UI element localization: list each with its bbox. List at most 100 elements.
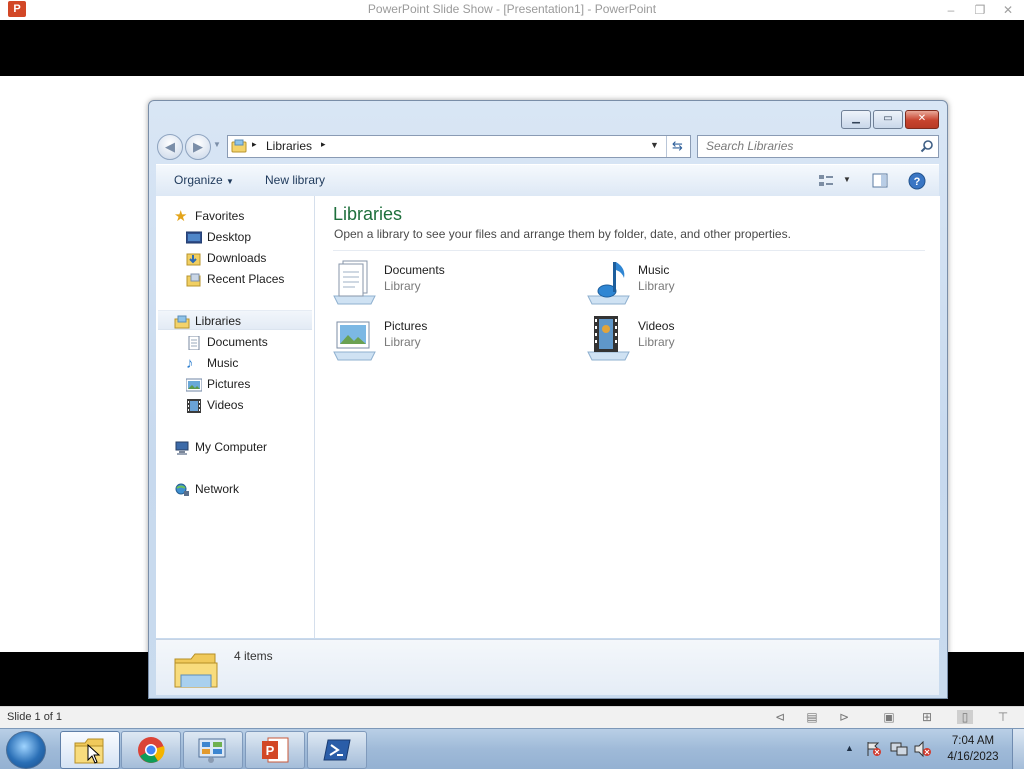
nav-downloads[interactable]: Downloads xyxy=(186,248,266,268)
restore-button[interactable]: ❐ xyxy=(967,0,993,20)
address-divider xyxy=(666,136,667,157)
organize-button[interactable]: Organize ▼ xyxy=(174,173,234,187)
slide-letterbox-top xyxy=(0,20,1024,76)
libraries-icon xyxy=(174,315,190,329)
normal-view-icon[interactable]: ▣ xyxy=(881,710,897,724)
system-clock[interactable]: 7:04 AM 4/16/2023 xyxy=(938,733,1008,765)
preview-pane-icon[interactable] xyxy=(872,173,888,189)
organize-dropdown-icon: ▼ xyxy=(226,177,234,186)
music-icon: ♪ xyxy=(186,354,194,372)
nav-music[interactable]: ♪ Music xyxy=(186,353,238,373)
powerpoint-icon: P xyxy=(262,737,289,763)
videos-library-icon xyxy=(587,316,630,361)
taskbar-chrome-button[interactable] xyxy=(121,731,181,769)
slide-counter: Slide 1 of 1 xyxy=(7,711,63,723)
explorer-minimize-button[interactable]: ▁ xyxy=(841,110,871,129)
svg-text:?: ? xyxy=(914,176,921,188)
documents-icon xyxy=(188,335,200,350)
view-options-dropdown-icon[interactable]: ▼ xyxy=(843,175,851,184)
documents-library-icon xyxy=(333,260,376,305)
slide-sorter-icon[interactable]: ⊞ xyxy=(919,710,935,724)
volume-muted-icon[interactable] xyxy=(914,741,932,757)
network-icon xyxy=(175,483,189,496)
item-count: 4 items xyxy=(234,649,273,663)
refresh-icon[interactable]: ⇆ xyxy=(672,138,683,154)
libraries-folder-icon xyxy=(231,139,247,153)
next-slide-icon[interactable]: ⊳ xyxy=(836,710,852,724)
pictures-icon xyxy=(186,378,202,392)
navigation-row: ◀ ▶ ▼ ▸ Libraries ▸ ▼ ⇆ Search Libraries xyxy=(157,134,939,160)
nav-my-computer[interactable]: My Computer xyxy=(174,437,267,457)
show-hidden-icons-chevron-icon[interactable]: ▲ xyxy=(845,743,854,753)
window-title: PowerPoint Slide Show - [Presentation1] … xyxy=(367,2,657,16)
close-button[interactable]: ✕ xyxy=(995,0,1021,20)
powerpoint-status-bar: Slide 1 of 1 ⊲ ▤ ⊳ ▣ ⊞ ▯ ⊤ xyxy=(0,706,1024,729)
chrome-icon xyxy=(138,737,165,763)
minimize-button[interactable]: – xyxy=(938,0,964,20)
slide-show-icon[interactable]: ⊤ xyxy=(995,710,1011,724)
star-icon: ★ xyxy=(174,207,188,225)
library-item-music[interactable]: Music Library xyxy=(585,258,815,310)
clock-date: 4/16/2023 xyxy=(947,751,999,763)
slide-menu-icon[interactable]: ▤ xyxy=(804,710,820,724)
taskbar-control-panel-button[interactable] xyxy=(183,731,243,769)
address-bar[interactable]: ▸ Libraries ▸ ▼ ⇆ xyxy=(227,135,691,158)
nav-pictures[interactable]: Pictures xyxy=(186,374,250,394)
address-breadcrumb-libraries[interactable]: Libraries xyxy=(266,139,312,153)
start-button[interactable] xyxy=(6,731,46,769)
library-name: Videos xyxy=(638,319,675,333)
back-button[interactable]: ◀ xyxy=(157,134,183,160)
explorer-maximize-button[interactable]: ▭ xyxy=(873,110,903,129)
library-item-documents[interactable]: Documents Library xyxy=(331,258,561,310)
recent-pages-chevron-icon[interactable]: ▼ xyxy=(213,140,221,149)
nav-network[interactable]: Network xyxy=(174,479,239,499)
reading-view-icon[interactable]: ▯ xyxy=(957,710,973,724)
change-view-icon[interactable] xyxy=(818,173,834,189)
taskbar: P ▲ 7:04 AM 4/16/2023 xyxy=(0,728,1024,769)
clock-time: 7:04 AM xyxy=(951,735,995,747)
explorer-close-button[interactable]: ✕ xyxy=(905,110,939,129)
page-title: Libraries xyxy=(333,204,403,224)
forward-button[interactable]: ▶ xyxy=(185,134,211,160)
navigation-pane: ★ Favorites Desktop Downloads Recent Plac… xyxy=(156,196,315,638)
nav-favorites[interactable]: ★ Favorites xyxy=(174,206,244,226)
music-library-icon xyxy=(587,262,630,305)
recent-places-icon xyxy=(186,273,201,287)
taskbar-powershell-button[interactable] xyxy=(307,731,367,769)
search-input[interactable]: Search Libraries xyxy=(706,139,793,153)
network-status-icon[interactable] xyxy=(890,741,908,757)
search-icon[interactable] xyxy=(920,139,934,153)
powershell-icon xyxy=(323,739,351,761)
show-desktop-button[interactable] xyxy=(1012,729,1024,769)
nav-documents[interactable]: Documents xyxy=(186,332,268,352)
pictures-library-icon xyxy=(333,321,376,361)
taskbar-explorer-button[interactable] xyxy=(60,731,120,769)
action-center-icon[interactable] xyxy=(866,741,882,757)
search-box[interactable]: Search Libraries xyxy=(697,135,939,158)
nav-desktop[interactable]: Desktop xyxy=(186,227,251,247)
control-panel-icon xyxy=(198,738,226,763)
downloads-icon xyxy=(186,253,201,266)
details-pane: 4 items xyxy=(156,639,939,695)
help-icon[interactable]: ? xyxy=(908,172,926,190)
library-name: Documents xyxy=(384,263,445,277)
nav-recent-places[interactable]: Recent Places xyxy=(186,269,284,289)
previous-slide-icon[interactable]: ⊲ xyxy=(772,710,788,724)
svg-text:P: P xyxy=(266,743,275,758)
nav-videos[interactable]: Videos xyxy=(186,395,243,415)
library-item-pictures[interactable]: Pictures Library xyxy=(331,314,561,366)
page-description: Open a library to see your files and arr… xyxy=(334,227,791,241)
taskbar-powerpoint-button[interactable]: P xyxy=(245,731,305,769)
new-library-button[interactable]: New library xyxy=(265,173,325,187)
content-pane: Libraries Open a library to see your fil… xyxy=(315,196,940,638)
mouse-cursor-icon xyxy=(87,744,101,764)
nav-libraries[interactable]: Libraries xyxy=(158,310,312,330)
powerpoint-title-bar: P PowerPoint Slide Show - [Presentation1… xyxy=(0,0,1024,20)
library-item-videos[interactable]: Videos Library xyxy=(585,314,815,366)
videos-icon xyxy=(187,398,201,413)
library-name: Music xyxy=(638,263,670,277)
address-dropdown-icon[interactable]: ▼ xyxy=(650,140,659,150)
library-name: Pictures xyxy=(384,319,428,333)
address-chevron-icon[interactable]: ▸ xyxy=(321,139,326,150)
computer-icon xyxy=(175,441,189,455)
